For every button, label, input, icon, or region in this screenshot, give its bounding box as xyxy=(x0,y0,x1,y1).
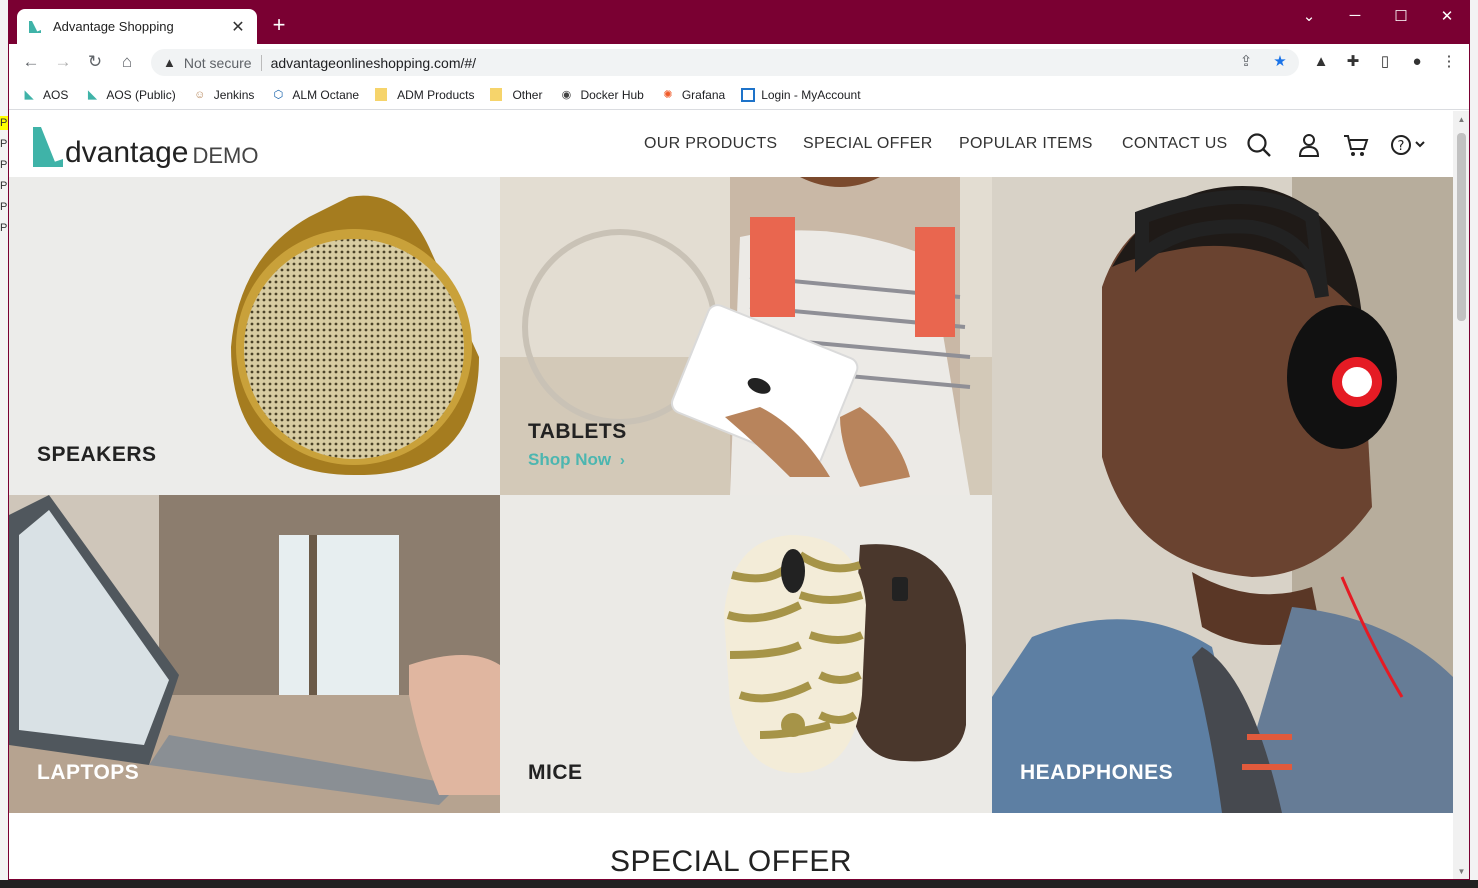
desktop-strip-right xyxy=(1470,0,1478,888)
bookmark-label: Login - MyAccount xyxy=(761,87,861,102)
category-label-laptops: LAPTOPS xyxy=(37,761,140,784)
category-mice[interactable]: MICE xyxy=(500,495,992,813)
scrollbar-thumb[interactable] xyxy=(1457,133,1466,321)
close-window-icon[interactable]: ✕ xyxy=(1437,7,1457,25)
site-header: dvantage DEMO OUR PRODUCTS SPECIAL OFFER… xyxy=(9,111,1453,177)
bookmark-item[interactable]: ⬡ ALM Octane xyxy=(270,87,360,103)
category-laptops[interactable]: LAPTOPS xyxy=(9,495,500,813)
advantage-logo-icon xyxy=(33,127,63,167)
bookmark-label: ALM Octane xyxy=(292,87,360,102)
category-label-tablets: TABLETS xyxy=(528,420,627,443)
side-panel-icon[interactable]: ▯ xyxy=(1375,52,1395,72)
category-headphones[interactable]: HEADPHONES xyxy=(992,177,1453,813)
category-label-headphones: HEADPHONES xyxy=(1020,761,1174,784)
bookmark-label: AOS (Public) xyxy=(106,87,176,102)
share-icon[interactable]: ⇪ xyxy=(1237,53,1255,71)
folder-icon xyxy=(375,88,388,101)
category-tablets[interactable]: TABLETS Shop Now › xyxy=(500,177,992,495)
bookmark-item[interactable]: ◣ AOS (Public) xyxy=(84,87,176,103)
bookmark-label: ADM Products xyxy=(397,87,475,102)
taskbar-strip xyxy=(0,880,1478,888)
bookmark-label: AOS xyxy=(43,87,69,102)
page-viewport: dvantage DEMO OUR PRODUCTS SPECIAL OFFER… xyxy=(9,111,1453,879)
grafana-icon: ✺ xyxy=(663,88,673,101)
tablet-image xyxy=(500,177,992,495)
tab-close-icon[interactable]: ✕ xyxy=(229,17,247,37)
bookmark-item[interactable]: ◣ AOS xyxy=(21,87,69,103)
bookmark-item[interactable]: ✺ Grafana xyxy=(660,87,725,103)
octane-icon: ⬡ xyxy=(273,88,284,101)
tab-search-icon[interactable]: ⌄ xyxy=(1299,7,1319,25)
profile-icon[interactable]: ● xyxy=(1407,52,1427,72)
minimize-icon[interactable]: ─ xyxy=(1345,7,1365,24)
bookmark-item[interactable]: ◉ Docker Hub xyxy=(558,87,644,103)
bookmarks-bar: ◣ AOS ◣ AOS (Public) ☺ Jenkins ⬡ ALM Oct… xyxy=(9,80,1469,110)
headphones-image xyxy=(992,177,1453,813)
forward-icon[interactable]: → xyxy=(53,52,73,72)
bookmark-label: Grafana xyxy=(681,87,726,102)
nav-contact-us[interactable]: CONTACT US xyxy=(1122,135,1228,153)
jenkins-icon: ☺ xyxy=(194,88,206,101)
page-scrollbar[interactable]: ▲ ▼ xyxy=(1453,111,1469,879)
extensions-puzzle-icon[interactable]: ✚ xyxy=(1343,52,1363,72)
aos-icon: ◣ xyxy=(24,88,34,101)
browser-tab[interactable]: Advantage Shopping ✕ xyxy=(17,9,257,44)
address-divider xyxy=(260,54,262,71)
reload-icon[interactable]: ↻ xyxy=(85,52,105,72)
category-speakers[interactable]: SPEAKERS xyxy=(9,177,500,495)
folder-icon xyxy=(490,88,503,101)
browser-toolbar: ← → ↻ ⌂ ▲ Not secure advantageonlineshop… xyxy=(9,44,1469,80)
logo-demo: DEMO xyxy=(192,143,259,168)
url-text[interactable]: advantageonlineshopping.com/#/ xyxy=(271,55,477,71)
bookmark-label: Docker Hub xyxy=(580,87,644,102)
shop-now-link[interactable]: Shop Now › xyxy=(528,450,625,470)
maximize-icon[interactable]: ☐ xyxy=(1391,7,1411,25)
tab-title: Advantage Shopping xyxy=(53,19,174,34)
shop-now-label: Shop Now xyxy=(528,450,612,469)
nav-popular-items[interactable]: POPULAR ITEMS xyxy=(959,135,1093,153)
svg-text:?: ? xyxy=(1398,139,1405,154)
user-icon[interactable] xyxy=(1295,131,1323,159)
site-logo[interactable]: dvantage DEMO xyxy=(31,121,258,169)
menu-kebab-icon[interactable]: ⋮ xyxy=(1439,52,1459,72)
bookmark-item[interactable]: ☺ Jenkins xyxy=(192,87,255,103)
background-window-strip: P P P P P P xyxy=(0,0,8,888)
extension-octane-icon[interactable]: ▲ xyxy=(1311,52,1331,72)
special-offer-heading: SPECIAL OFFER xyxy=(609,845,853,878)
bookmark-star-icon[interactable]: ★ xyxy=(1271,53,1289,71)
home-icon[interactable]: ⌂ xyxy=(117,52,137,72)
help-icon[interactable]: ? xyxy=(1389,131,1429,159)
cart-icon[interactable] xyxy=(1342,131,1370,159)
browser-window: Advantage Shopping ✕ + ⌄ ─ ☐ ✕ ← → ↻ ⌂ ▲… xyxy=(8,0,1470,880)
logo-text: dvantage xyxy=(65,136,189,169)
address-bar[interactable]: ▲ Not secure advantageonlineshopping.com… xyxy=(151,49,1299,76)
aos-icon: ◣ xyxy=(88,88,97,101)
category-label-mice: MICE xyxy=(528,761,583,784)
bookmark-label: Other xyxy=(512,87,543,102)
aos-favicon-icon xyxy=(29,20,41,33)
scroll-down-icon[interactable]: ▼ xyxy=(1453,865,1469,879)
chevron-right-icon: › xyxy=(619,452,625,469)
new-tab-icon[interactable]: + xyxy=(267,13,291,37)
search-icon[interactable] xyxy=(1245,131,1273,159)
docker-icon: ◉ xyxy=(561,88,572,101)
bookmark-item[interactable]: Other xyxy=(490,88,542,102)
bookmark-item[interactable]: ADM Products xyxy=(375,88,474,102)
bookmark-item[interactable]: Login - MyAccount xyxy=(741,87,861,102)
login-icon xyxy=(741,87,756,102)
category-label-speakers: SPEAKERS xyxy=(37,443,157,466)
warning-icon[interactable]: ▲ xyxy=(163,55,176,70)
nav-our-products[interactable]: OUR PRODUCTS xyxy=(644,135,777,153)
security-label: Not secure xyxy=(183,54,252,71)
title-bar: Advantage Shopping ✕ + ⌄ ─ ☐ ✕ xyxy=(9,1,1469,44)
scroll-up-icon[interactable]: ▲ xyxy=(1453,113,1469,127)
bookmark-label: Jenkins xyxy=(213,87,255,102)
nav-special-offer[interactable]: SPECIAL OFFER xyxy=(803,135,933,153)
back-icon[interactable]: ← xyxy=(21,52,41,72)
